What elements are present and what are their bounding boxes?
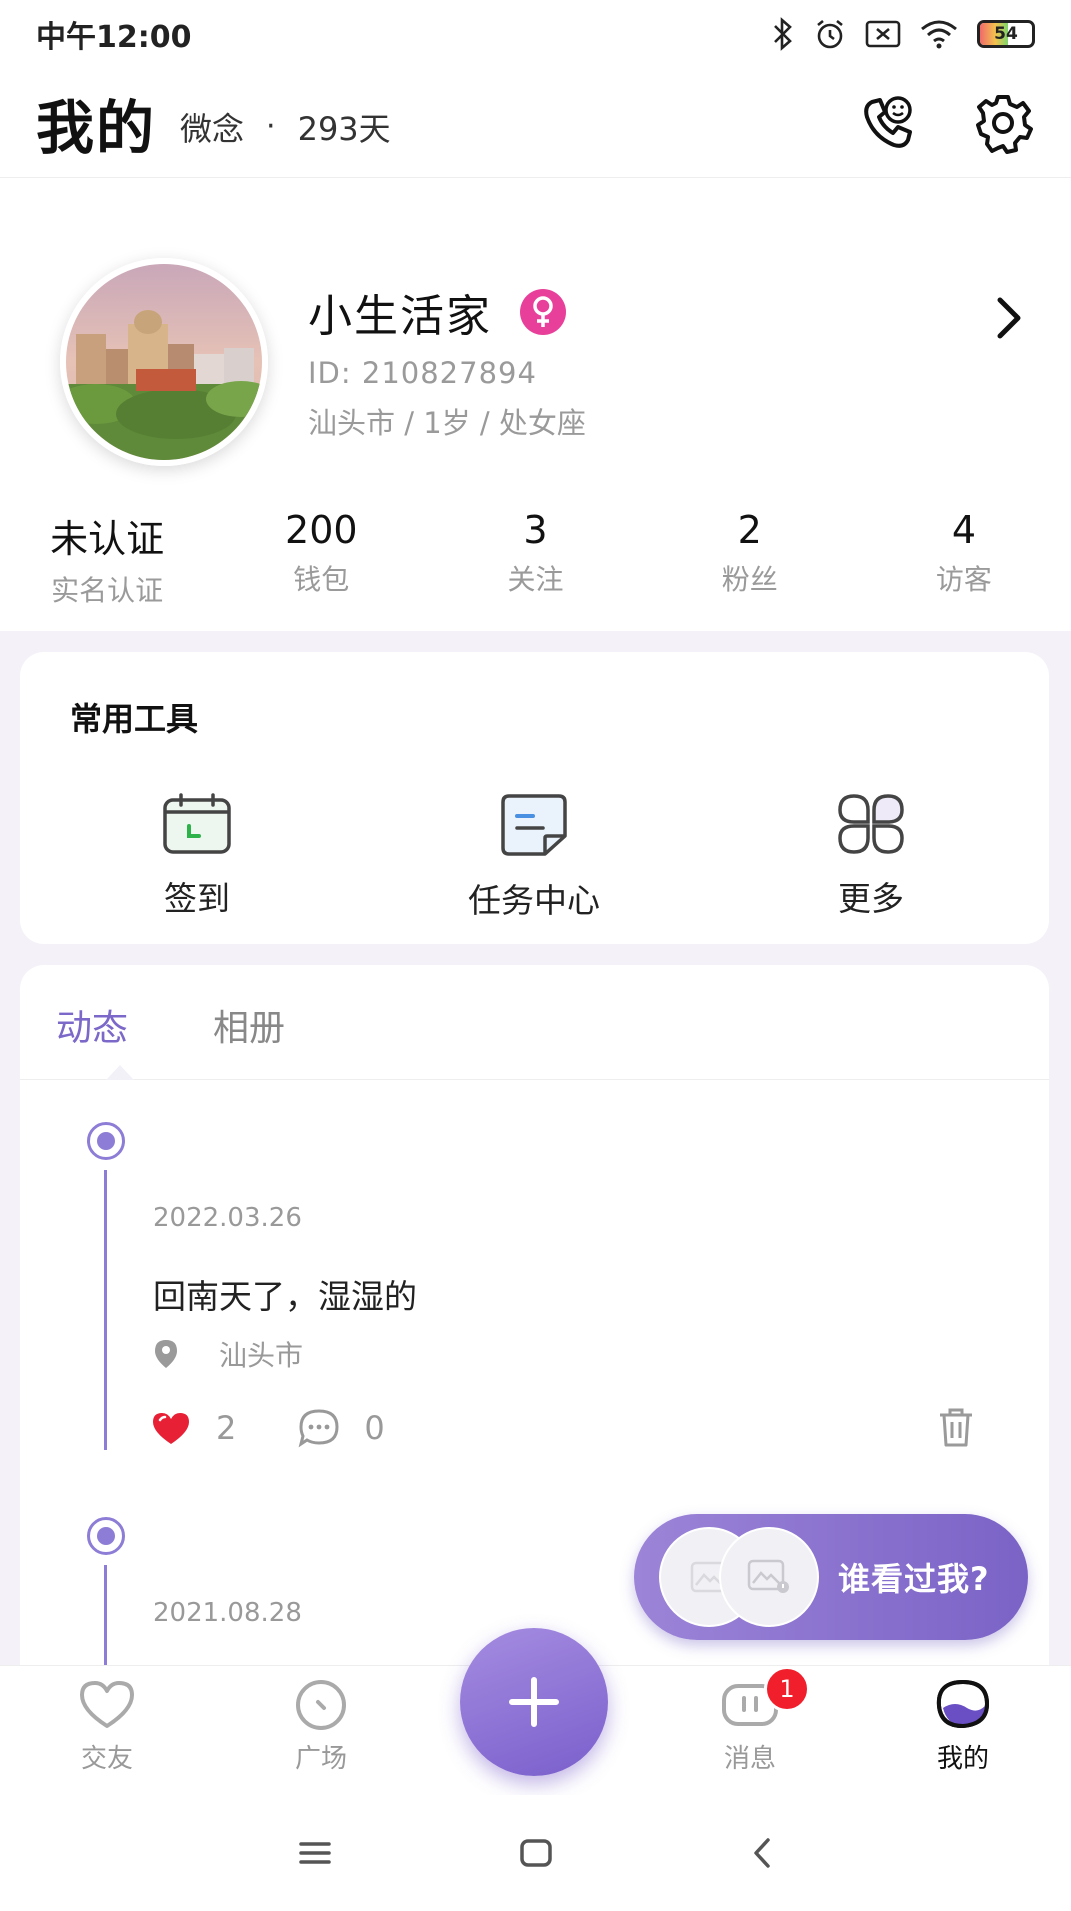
profile-stats: 未认证 实名认证 200 钱包 3 关注 2 粉丝 4 访客	[0, 508, 1071, 608]
compass-icon	[296, 1680, 346, 1730]
nav-home-button[interactable]	[506, 1827, 566, 1879]
like-button[interactable]: 2	[150, 1409, 236, 1447]
stat-wallet[interactable]: 200 钱包	[214, 508, 428, 608]
profile-mascot-icon	[936, 1679, 990, 1729]
profile-meta: 汕头市 / 1岁 / 处女座	[308, 406, 586, 440]
chevron-right-icon	[997, 297, 1021, 339]
nav-back-button[interactable]	[732, 1827, 792, 1879]
task-note-icon	[501, 794, 567, 856]
battery-indicator: 54	[977, 20, 1035, 48]
avatar-photo	[66, 264, 262, 460]
comment-count: 0	[364, 1409, 385, 1447]
post-text: 回南天了，湿湿的	[153, 1277, 417, 1316]
who-viewed-me-label: 谁看过我?	[838, 1560, 990, 1598]
sim-off-icon	[865, 20, 901, 48]
tools-title: 常用工具	[70, 700, 199, 738]
nav-menu-button[interactable]	[285, 1827, 345, 1879]
stat-visitors[interactable]: 4 访客	[857, 508, 1071, 608]
comment-button[interactable]: 0	[298, 1408, 385, 1448]
back-chevron-icon	[754, 1838, 770, 1868]
location-pin-icon	[155, 1340, 177, 1368]
tab-caret	[106, 1065, 134, 1080]
heart-outline-icon	[80, 1681, 134, 1728]
calendar-icon	[163, 793, 231, 854]
post-date: 2022.03.26	[153, 1203, 302, 1233]
viewer-avatar-placeholder	[719, 1527, 819, 1627]
avatar[interactable]	[60, 258, 268, 466]
profile-info[interactable]: 小生活家 ID: 210827894 汕头市 / 1岁 / 处女座	[308, 280, 586, 442]
alarm-icon	[817, 19, 843, 49]
wifi-icon	[921, 20, 957, 49]
create-post-button[interactable]	[460, 1628, 608, 1776]
status-bar: 中午12:00 54	[0, 0, 1071, 68]
stat-verification[interactable]: 未认证 实名认证	[0, 508, 214, 608]
comment-icon	[298, 1409, 339, 1448]
message-badge: 1	[764, 1666, 810, 1712]
tab-album[interactable]: 相册	[213, 999, 285, 1051]
page-header: 我的 微念 · 293天	[0, 68, 1071, 178]
tabbar-item-square[interactable]: 广场	[261, 1678, 381, 1775]
profile-name: 小生活家	[308, 291, 492, 342]
header-separator: ·	[266, 109, 276, 144]
like-count: 2	[216, 1409, 237, 1447]
tools-card: 常用工具 签到 任务中心 更多	[20, 652, 1049, 944]
feed-tabs: 动态 相册	[20, 965, 1049, 1080]
more-grid-icon	[838, 794, 904, 854]
menu-icon	[299, 1842, 331, 1864]
post-actions: 2 0	[150, 1408, 385, 1448]
timeline-dot	[87, 1122, 125, 1160]
profile-id: ID: 210827894	[308, 356, 537, 390]
tool-checkin[interactable]: 签到	[67, 792, 327, 920]
heart-icon	[153, 1413, 189, 1444]
app-name: 微念	[180, 109, 245, 148]
gear-icon	[976, 94, 1033, 154]
home-square-icon	[520, 1839, 552, 1867]
post-location: 汕头市	[153, 1334, 303, 1374]
bluetooth-icon	[774, 17, 792, 51]
plus-icon	[509, 1677, 559, 1727]
delete-post-button[interactable]	[936, 1407, 976, 1453]
settings-button[interactable]	[971, 91, 1035, 155]
days-counter: 293天	[297, 109, 391, 148]
image-placeholder-icon	[747, 1559, 789, 1593]
timeline-dot	[87, 1517, 125, 1555]
timeline-line	[104, 1565, 107, 1665]
status-icons: 54	[771, 17, 1035, 51]
post-date: 2021.08.28	[153, 1598, 302, 1628]
timeline-line	[104, 1170, 107, 1450]
tabbar-item-me[interactable]: 我的	[903, 1678, 1023, 1775]
profile-detail-chevron[interactable]	[994, 296, 1024, 344]
voice-call-button[interactable]	[857, 91, 921, 155]
phone-smile-icon	[864, 95, 912, 148]
tabbar-item-friends[interactable]: 交友	[47, 1678, 167, 1775]
tab-moments[interactable]: 动态	[56, 999, 128, 1051]
profile-section: 小生活家 ID: 210827894 汕头市 / 1岁 / 处女座 未认证 实名…	[0, 178, 1071, 631]
stat-fans[interactable]: 2 粉丝	[643, 508, 857, 608]
page-title: 我的	[36, 93, 157, 162]
status-time: 中午12:00	[36, 20, 192, 55]
stat-following[interactable]: 3 关注	[428, 508, 642, 608]
tool-more[interactable]: 更多	[741, 792, 1001, 920]
system-nav-bar	[0, 1795, 1071, 1911]
who-viewed-me-button[interactable]: 谁看过我?	[634, 1514, 1028, 1640]
trash-icon	[940, 1408, 972, 1447]
female-gender-icon	[520, 289, 566, 335]
tool-task-center[interactable]: 任务中心	[404, 792, 664, 922]
